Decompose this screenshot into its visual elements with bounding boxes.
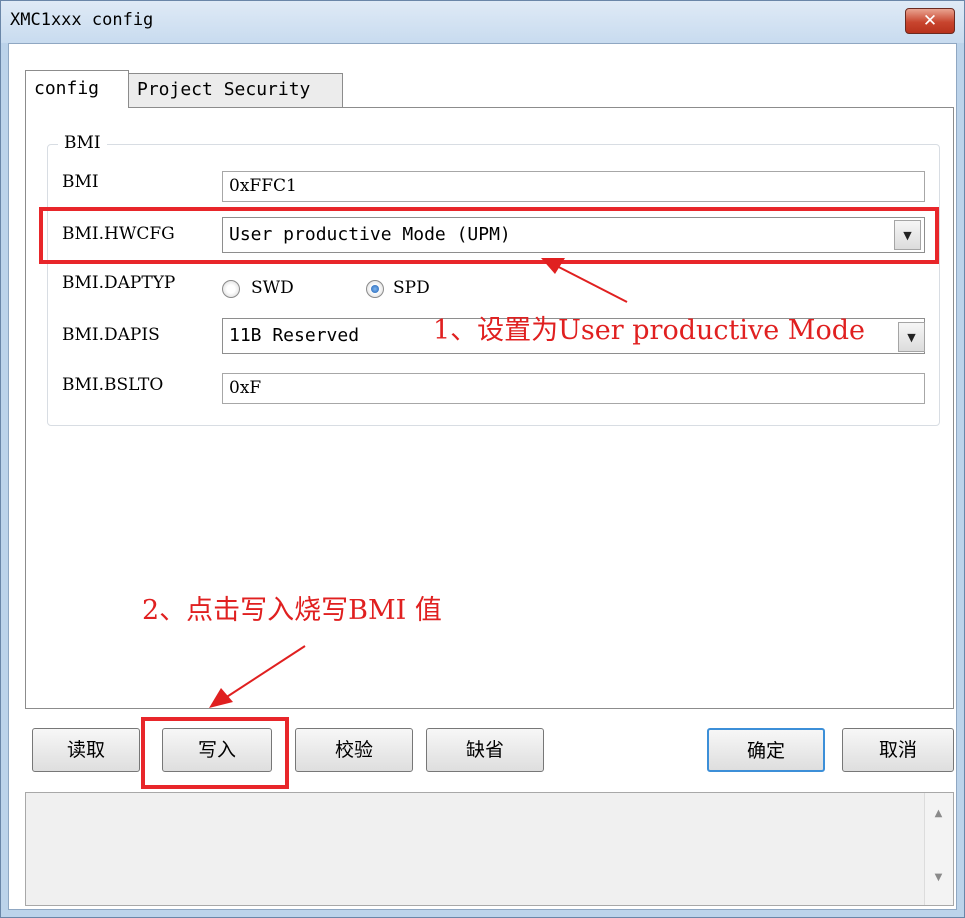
bmi-label: BMI: [62, 172, 99, 192]
verify-button[interactable]: 校验: [295, 728, 413, 772]
bslto-input[interactable]: 0xF: [222, 373, 925, 404]
output-log[interactable]: [25, 792, 954, 906]
tab-config[interactable]: config: [25, 70, 129, 108]
dapis-label: BMI.DAPIS: [62, 325, 160, 345]
write-button[interactable]: 写入: [162, 728, 272, 772]
scroll-up-icon[interactable]: ▲: [924, 808, 953, 819]
daptyp-label: BMI.DAPTYP: [62, 273, 176, 293]
read-button[interactable]: 读取: [32, 728, 140, 772]
close-icon[interactable]: ✕: [905, 8, 955, 34]
bslto-label: BMI.BSLTO: [62, 375, 164, 395]
ok-button[interactable]: 确定: [707, 728, 825, 772]
chevron-down-icon[interactable]: ▼: [898, 322, 925, 352]
radio-swd[interactable]: [222, 280, 240, 298]
annotation-arrow-1: [541, 258, 628, 303]
annotation-arrow-2: [209, 645, 306, 708]
groupbox-title: BMI: [58, 133, 107, 153]
hwcfg-label: BMI.HWCFG: [62, 224, 175, 244]
scroll-down-icon[interactable]: ▼: [924, 872, 953, 883]
radio-spd-label: SPD: [393, 278, 430, 298]
cancel-button[interactable]: 取消: [842, 728, 954, 772]
radio-swd-label: SWD: [251, 278, 294, 298]
hwcfg-select[interactable]: User productive Mode (UPM): [222, 217, 925, 253]
tab-project-security[interactable]: Project Security: [128, 73, 343, 107]
bmi-input[interactable]: 0xFFC1: [222, 171, 925, 202]
chevron-down-icon[interactable]: ▼: [894, 220, 921, 250]
radio-spd[interactable]: [366, 280, 384, 298]
annotation-step2: 2、点击写入烧写BMI 值: [142, 595, 442, 626]
default-values-button[interactable]: 缺省: [426, 728, 544, 772]
window-title: XMC1xxx config: [10, 10, 154, 30]
annotation-step1: 1、设置为User productive Mode: [433, 315, 865, 346]
